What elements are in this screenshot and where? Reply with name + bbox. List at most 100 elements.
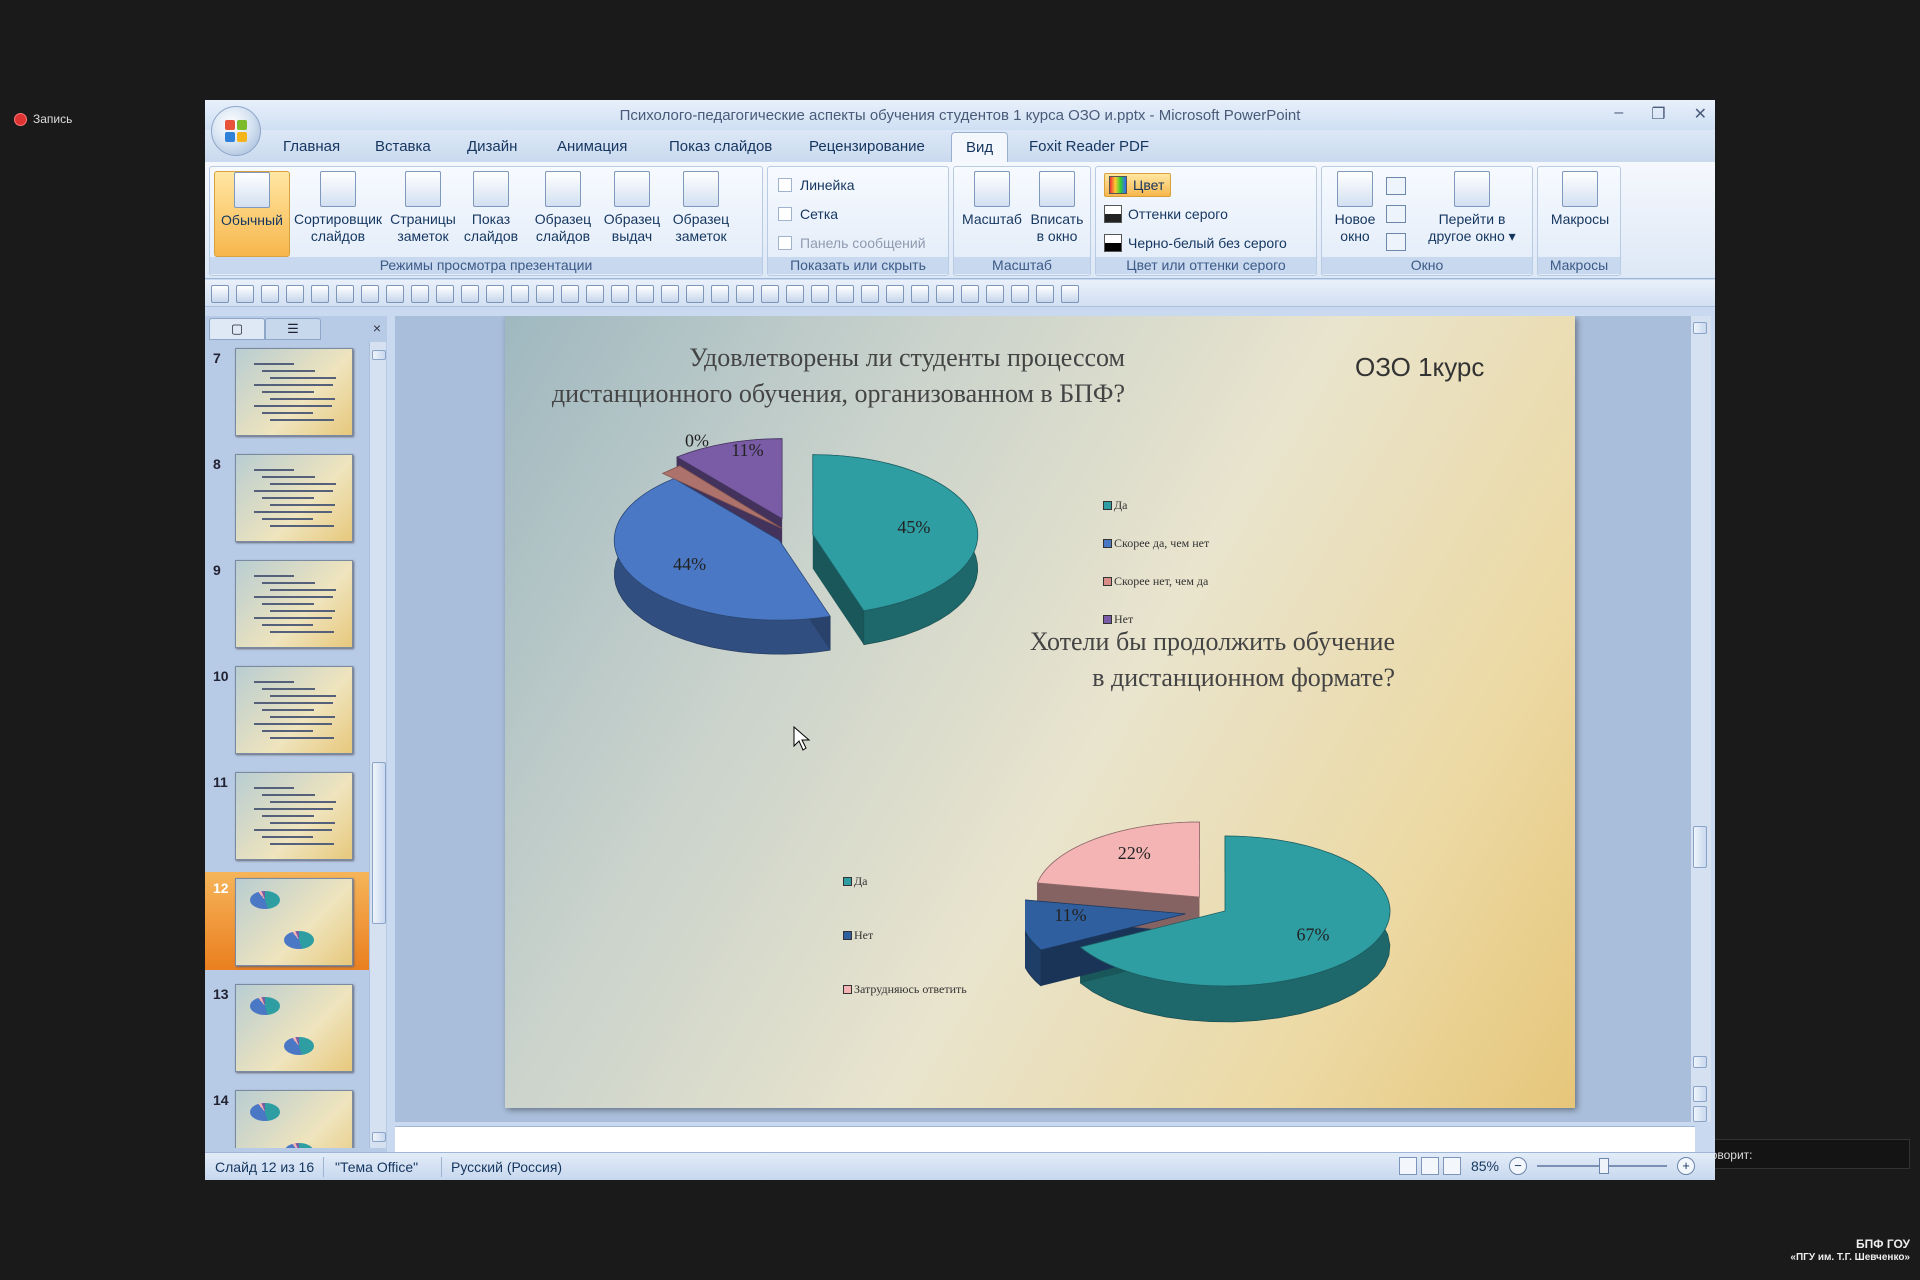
normal-view-status-icon[interactable] [1398,1157,1417,1175]
chart-icon[interactable] [586,285,604,303]
language-indicator[interactable]: Русский (Россия) [451,1159,562,1175]
shape-icon[interactable] [486,285,504,303]
slide-thumbnail[interactable]: 10 [205,660,369,758]
editor-scroll-thumb[interactable] [1693,826,1707,868]
slide-master-button[interactable]: Образец слайдов [530,171,596,245]
ribbon: Обычный Сортировщик слайдов Страницы зам… [205,162,1715,279]
editor-scroll-up-icon[interactable] [1693,322,1707,334]
page-icon[interactable] [911,285,929,303]
scroll-down-icon[interactable] [372,1132,386,1142]
send-back-icon[interactable] [736,285,754,303]
paste-icon[interactable] [961,285,979,303]
fit-to-window-button[interactable]: Вписать в окно [1026,171,1088,245]
save-icon[interactable] [211,285,229,303]
zoom-button[interactable]: Масштаб [960,171,1024,228]
cut-icon[interactable] [411,285,429,303]
draw-icon[interactable] [561,285,579,303]
slide-thumbnail[interactable]: 14 [205,1084,369,1148]
bring-front-icon[interactable] [711,285,729,303]
tab-animation[interactable]: Анимация [557,138,627,155]
slide-thumbnail[interactable]: 9 [205,554,369,652]
thumbnails-scroll-thumb[interactable] [372,762,386,924]
duplicate-icon[interactable] [886,285,904,303]
format-icon[interactable] [986,285,1004,303]
sorter-view-status-icon[interactable] [1420,1157,1439,1175]
undo-icon[interactable] [236,285,254,303]
textbox-icon[interactable] [536,285,554,303]
thumbnails-scrollbar[interactable] [369,342,386,1148]
customize-icon[interactable] [1061,285,1079,303]
zoom-slider-handle[interactable] [1599,1158,1609,1174]
switch-window-button[interactable]: Перейти в другое окно ▾ [1418,171,1526,245]
zoom-level[interactable]: 85% [1471,1158,1499,1174]
view-slideshow-button[interactable]: Показ слайдов [460,171,522,245]
slide-thumbnail[interactable]: 11 [205,766,369,864]
color-option[interactable]: Цвет [1104,173,1172,197]
view-normal-button[interactable]: Обычный [214,171,290,257]
new-window-button[interactable]: Новое окно [1328,171,1382,245]
layout-icon[interactable] [786,285,804,303]
view-notes-page-button[interactable]: Страницы заметок [388,171,458,245]
group-icon[interactable] [686,285,704,303]
new-slide-icon[interactable] [761,285,779,303]
cascade-icon[interactable] [1386,205,1406,223]
print-icon[interactable] [286,285,304,303]
pack-icon[interactable] [1036,285,1054,303]
next-slide-icon[interactable] [1693,1106,1707,1122]
preview-icon[interactable] [311,285,329,303]
editor-scroll-down-icon[interactable] [1693,1056,1707,1068]
prev-slide-icon[interactable] [1693,1086,1707,1102]
zoom-slider[interactable] [1537,1158,1667,1174]
arrange-icon[interactable] [511,285,529,303]
new-window-icon [1337,171,1373,207]
macro-icon[interactable] [1011,285,1029,303]
move-split-icon[interactable] [1386,233,1406,251]
arrange-all-icon[interactable] [1386,177,1406,195]
select-icon[interactable] [386,285,404,303]
maximize-button[interactable]: ❐ [1651,104,1665,124]
view-sorter-button[interactable]: Сортировщик слайдов [290,171,386,245]
close-button[interactable]: ✕ [1694,104,1707,124]
crop-icon[interactable] [836,285,854,303]
slide-thumbnail[interactable]: 13 [205,978,369,1076]
align-icon[interactable] [861,285,879,303]
tab-review[interactable]: Рецензирование [809,138,925,155]
tab-slideshow[interactable]: Показ слайдов [669,138,772,155]
open-icon[interactable] [661,285,679,303]
outline-tab[interactable]: ☰ [265,318,321,340]
grid-checkbox[interactable]: Сетка [778,206,838,222]
office-button[interactable] [211,106,261,156]
handout-master-button[interactable]: Образец выдач [600,171,664,245]
diagram-icon[interactable] [611,285,629,303]
notes-master-button[interactable]: Образец заметок [668,171,734,245]
redo-icon[interactable] [261,285,279,303]
slides-tab[interactable]: ▢ [209,318,265,340]
zoom-in-button[interactable]: + [1677,1157,1695,1175]
check-icon[interactable] [636,285,654,303]
black-white-option[interactable]: Черно-белый без серого [1104,234,1287,252]
ruler-checkbox[interactable]: Линейка [778,177,855,193]
editor-scrollbar[interactable] [1691,316,1711,1122]
spell-icon[interactable] [336,285,354,303]
slide-thumbnail[interactable]: 7 [205,342,369,440]
picture-icon[interactable] [361,285,379,303]
minimize-button[interactable]: – [1614,104,1623,124]
slide-thumbnail[interactable]: 12 [205,872,369,970]
slideshow-status-icon[interactable] [1442,1157,1461,1175]
tab-foxit[interactable]: Foxit Reader PDF [1029,138,1149,155]
notes-pane[interactable] [395,1126,1695,1153]
tab-view[interactable]: Вид [951,132,1009,162]
close-panel-icon[interactable]: × [373,320,381,336]
slide-thumbnail[interactable]: 8 [205,448,369,546]
insert-icon[interactable] [936,285,954,303]
tab-design[interactable]: Дизайн [467,138,517,155]
copy-icon[interactable] [436,285,454,303]
tab-insert[interactable]: Вставка [375,138,431,155]
find-icon[interactable] [811,285,829,303]
scroll-up-icon[interactable] [372,350,386,360]
macros-button[interactable]: Макросы [1544,171,1616,228]
zoom-out-button[interactable]: − [1509,1157,1527,1175]
table-icon[interactable] [461,285,479,303]
tab-home[interactable]: Главная [283,138,340,155]
grayscale-option[interactable]: Оттенки серого [1104,205,1228,223]
